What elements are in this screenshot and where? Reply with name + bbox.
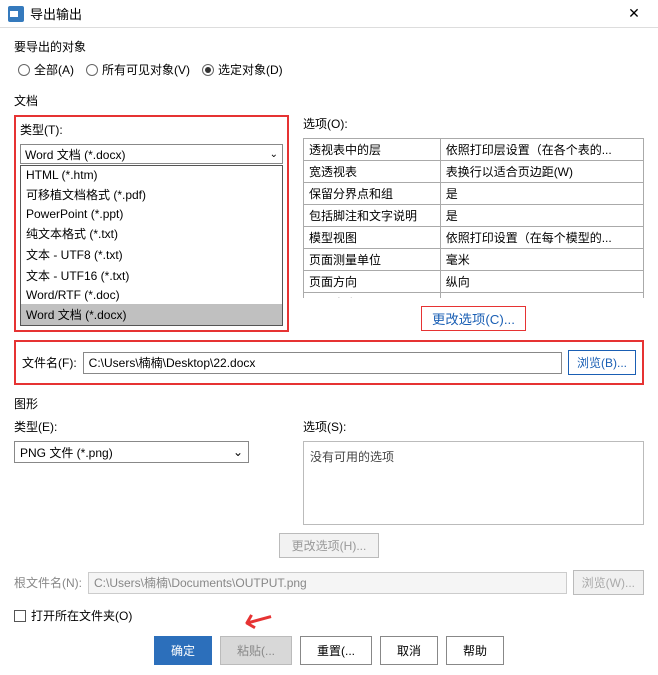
table-row: 包括脚注和文字说明是 [304,205,644,227]
gfx-type-value: PNG 文件 (*.png) [20,444,113,461]
type-select-value: Word 文档 (*.docx) [25,146,125,163]
filename-label: 文件名(F): [22,354,77,371]
dropdown-item[interactable]: 可移植文档格式 (*.pdf) [21,184,282,205]
gfx-type-select[interactable]: PNG 文件 (*.png) ⌄ [14,441,249,463]
type-dropdown-list: HTML (*.htm) 可移植文档格式 (*.pdf) PowerPoint … [20,165,283,326]
root-browse-button: 浏览(W)... [573,570,644,595]
open-folder-checkbox-row[interactable]: 打开所在文件夹(O) [14,607,644,624]
options-table-scroll[interactable]: 透视表中的层依照打印层设置（在各个表的... 宽透视表表换行以适合页边距(W) … [303,138,644,298]
titlebar: 导出输出 ✕ [0,0,658,28]
dropdown-item[interactable]: HTML (*.htm) [21,166,282,184]
export-target-radios: 全部(A) 所有可见对象(V) 选定对象(D) [14,61,644,78]
gfx-change-options-button: 更改选项(H)... [279,533,380,558]
paste-button: 粘贴(... [220,636,292,665]
change-options-button[interactable]: 更改选项(C)... [421,306,526,331]
help-button[interactable]: 帮助 [446,636,504,665]
close-icon[interactable]: ✕ [618,0,650,28]
graphics-label: 图形 [14,395,644,412]
radio-all[interactable]: 全部(A) [18,61,74,78]
dropdown-item[interactable]: Word/RTF (*.doc) [21,286,282,304]
radio-selected[interactable]: 选定对象(D) [202,61,283,78]
table-row: 页面宽度210.01999999999998 [304,293,644,299]
filename-highlight-box: 文件名(F): 浏览(B)... [14,340,644,385]
window-title: 导出输出 [30,4,618,23]
type-select[interactable]: Word 文档 (*.docx) ⌄ [20,144,283,164]
doc-section-label: 文档 [14,92,644,109]
reset-button[interactable]: 重置(... [300,636,372,665]
type-label: 类型(T): [20,121,283,138]
dropdown-item[interactable]: 文本 - UTF8 (*.txt) [21,244,282,265]
table-row: 保留分界点和组是 [304,183,644,205]
chevron-down-icon: ⌄ [233,445,243,459]
root-filename-label: 根文件名(N): [14,574,82,591]
chevron-down-icon: ⌄ [270,149,278,160]
gfx-type-label: 类型(E): [14,418,289,435]
filename-input[interactable] [83,352,562,374]
table-row: 页面测量单位毫米 [304,249,644,271]
ok-button[interactable]: 确定 [154,636,212,665]
dropdown-item[interactable]: Word 文档 (*.docx) [21,304,282,325]
table-row: 透视表中的层依照打印层设置（在各个表的... [304,139,644,161]
root-filename-input [88,572,567,594]
dropdown-item[interactable]: 文本 - UTF16 (*.txt) [21,265,282,286]
app-icon [8,6,24,22]
table-row: 页面方向纵向 [304,271,644,293]
dropdown-item[interactable]: PowerPoint (*.ppt) [21,205,282,223]
gfx-options-label: 选项(S): [303,418,644,435]
cancel-button[interactable]: 取消 [380,636,438,665]
export-target-label: 要导出的对象 [14,38,644,55]
options-table: 透视表中的层依照打印层设置（在各个表的... 宽透视表表换行以适合页边距(W) … [303,138,644,298]
radio-visible[interactable]: 所有可见对象(V) [86,61,190,78]
dropdown-item[interactable]: 纯文本格式 (*.txt) [21,223,282,244]
table-row: 宽透视表表换行以适合页边距(W) [304,161,644,183]
doc-options-label: 选项(O): [303,115,644,132]
table-row: 模型视图依照打印设置（在每个模型的... [304,227,644,249]
type-highlight-box: 类型(T): Word 文档 (*.docx) ⌄ HTML (*.htm) 可… [14,115,289,332]
open-folder-label: 打开所在文件夹(O) [31,607,132,624]
browse-button[interactable]: 浏览(B)... [568,350,636,375]
gfx-options-box: 没有可用的选项 [303,441,644,525]
checkbox-icon[interactable] [14,610,26,622]
